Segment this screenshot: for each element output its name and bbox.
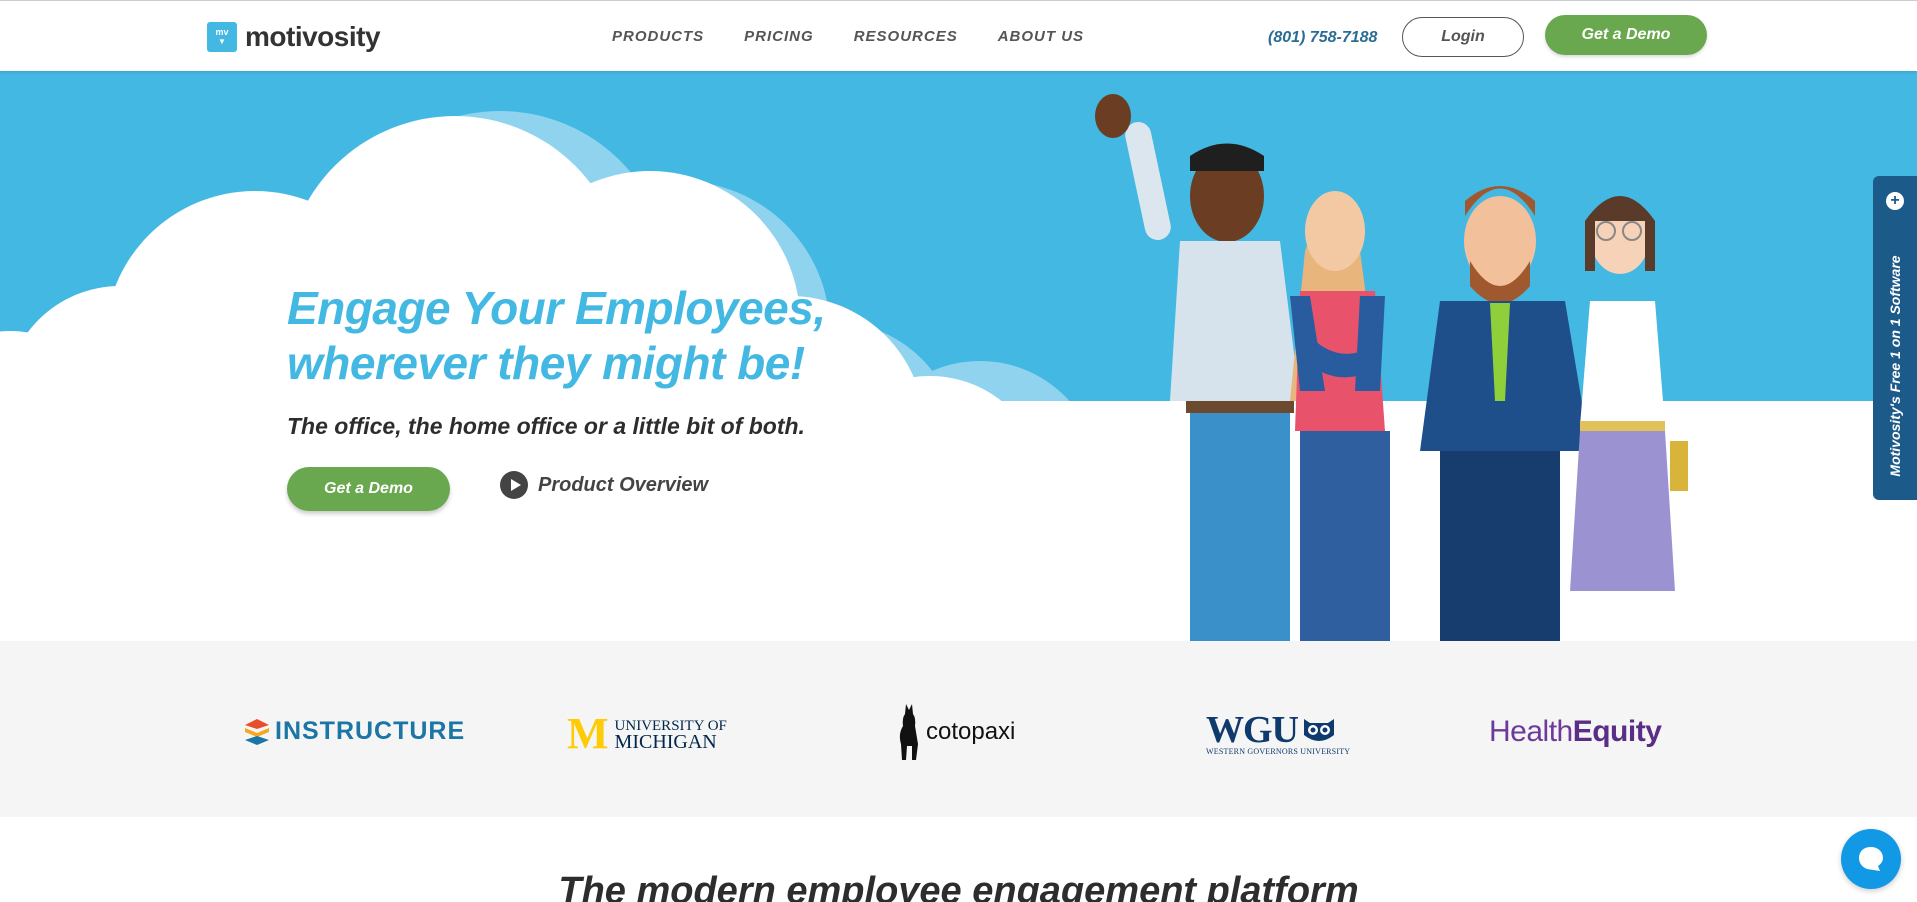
customer-logos: INSTRUCTURE M UNIVERSITY OF MICHIGAN cot… — [0, 641, 1917, 817]
nav-products[interactable]: PRODUCTS — [612, 28, 704, 45]
instructure-logo: INSTRUCTURE — [245, 717, 465, 746]
header-get-demo-button[interactable]: Get a Demo — [1545, 15, 1707, 55]
product-overview-label: Product Overview — [538, 473, 709, 496]
nav-about-us[interactable]: ABOUT US — [998, 28, 1084, 45]
side-tab-label: Motivosity's Free 1 on 1 Software — [1887, 255, 1903, 477]
site-header: mv ▼ motivosity PRODUCTS PRICING RESOURC… — [0, 0, 1917, 71]
chat-icon — [1859, 847, 1883, 871]
healthequity-logo: HealthEquity — [1489, 715, 1662, 748]
university-of-michigan-logo: M UNIVERSITY OF MICHIGAN — [567, 709, 727, 758]
plus-icon: + — [1886, 192, 1904, 210]
instructure-mark-icon — [245, 718, 269, 745]
nav-pricing[interactable]: PRICING — [744, 28, 814, 45]
phone-link[interactable]: (801) 758-7188 — [1268, 29, 1377, 47]
wgu-logo: WGU WESTERN GOVERNORS UNIVERSITY — [1206, 709, 1351, 756]
owl-icon — [1304, 719, 1334, 741]
hero-section: Engage Your Employees, wherever they mig… — [0, 71, 1917, 641]
hero-subtitle: The office, the home office or a little … — [287, 413, 805, 439]
hero-get-demo-button[interactable]: Get a Demo — [287, 467, 450, 511]
main-nav: PRODUCTS PRICING RESOURCES ABOUT US — [612, 28, 1084, 45]
brand-name: motivosity — [245, 21, 381, 52]
nav-resources[interactable]: RESOURCES — [854, 28, 958, 45]
product-overview-link[interactable]: Product Overview — [500, 471, 708, 499]
section-heading: The modern employee engagement platform — [558, 870, 1359, 902]
hero-title: Engage Your Employees, wherever they mig… — [287, 282, 826, 389]
chat-button[interactable] — [1841, 829, 1901, 889]
login-button[interactable]: Login — [1402, 17, 1524, 57]
play-icon — [500, 471, 528, 499]
free-one-on-one-tab[interactable]: + Motivosity's Free 1 on 1 Software — [1873, 176, 1917, 500]
cotopaxi-logo: cotopaxi — [898, 704, 1015, 760]
brand-logo[interactable]: mv ▼ motivosity — [207, 21, 381, 53]
llama-icon — [899, 704, 918, 760]
logo-mark-icon: mv ▼ — [207, 22, 237, 52]
